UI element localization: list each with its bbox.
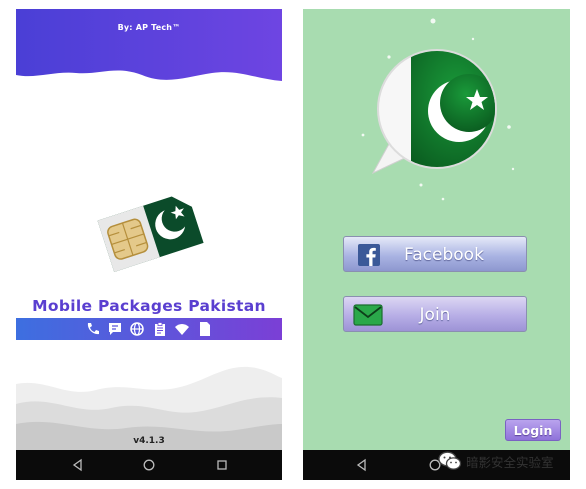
sim-icon [200,322,210,336]
join-button-label: Join [419,305,451,325]
watermark-text: 暗影安全实验室 [466,454,554,470]
globe-icon [130,322,144,336]
feature-strip [16,318,282,340]
app-name: Mobile Packages Pakistan [32,297,266,315]
sim-card-logo [97,196,204,272]
join-button[interactable]: Join [343,296,527,332]
back-icon[interactable] [71,458,85,472]
recents-icon[interactable] [215,458,229,472]
login-button[interactable]: Login [505,419,561,441]
chat-icon [109,323,121,335]
app-version: v4.1.3 [133,436,165,446]
facebook-button[interactable]: Facebook [343,236,527,272]
facebook-button-label: Facebook [404,245,484,265]
android-nav-bar [16,450,282,480]
developer-credit: By: AP Tech™ [117,23,181,32]
wechat-watermark: 暗影安全实验室 [438,448,554,474]
back-icon[interactable] [355,458,369,472]
wifi-icon [175,324,189,335]
home-icon[interactable] [142,458,156,472]
login-button-label: Login [513,423,553,438]
pakistan-flag-chat-logo [371,49,497,175]
right-phone-screen: Facebook Join Login [303,9,570,480]
phone-icon [87,323,99,335]
left-phone-screen: By: AP Tech™ Mobile Packages Pakistan v4… [16,9,282,480]
clipboard-icon [155,322,165,336]
wechat-icon [438,451,462,470]
